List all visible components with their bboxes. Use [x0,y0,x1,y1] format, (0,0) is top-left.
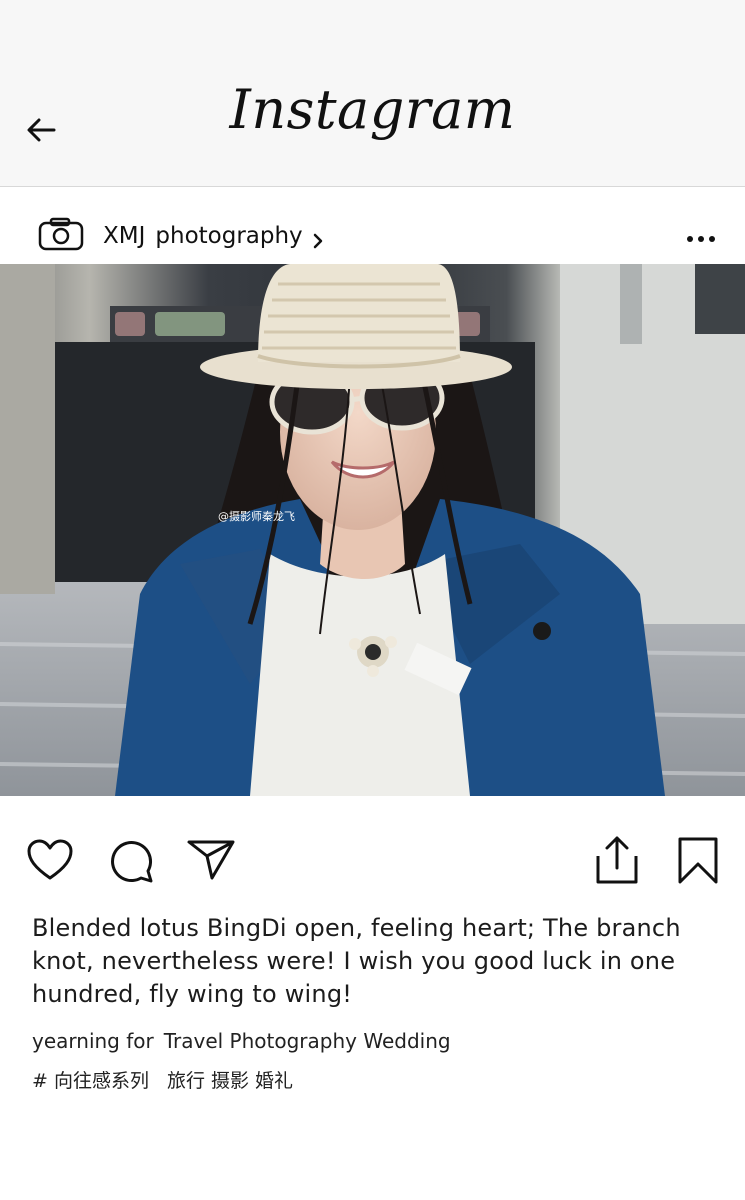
post-actions [0,830,745,890]
post-photo[interactable]: @摄影师秦龙飞 [0,264,745,796]
top-bar: Instagram [0,0,745,187]
post-photo-illustration: @摄影师秦龙飞 [0,264,745,796]
account-name[interactable]: XMJ photography [103,223,303,249]
post-caption: Blended lotus BingDi open, feeling heart… [32,914,681,1008]
hashtag-line: # 向往感系列 旅行 摄影 婚礼 [32,1066,293,1093]
share-icon[interactable] [186,838,236,882]
tags-topics[interactable]: Travel Photography Wedding [164,1029,451,1053]
account-name-sub: photography [155,223,303,249]
tags-line: yearning for Travel Photography Wedding [32,1029,451,1053]
tags-prefix: yearning for [32,1029,154,1053]
photo-watermark: @摄影师秦龙飞 [218,509,295,523]
account-name-main: XMJ [103,223,146,249]
post-header: XMJ photography [0,212,745,264]
chevron-right-icon[interactable] [312,232,324,250]
heart-icon[interactable] [26,838,74,882]
hashtag-series[interactable]: # 向往感系列 [32,1070,149,1092]
upload-icon[interactable] [594,834,640,886]
comment-icon[interactable] [108,838,154,884]
more-dots-icon[interactable] [686,234,716,244]
camera-icon[interactable] [38,217,84,251]
hashtag-topics[interactable]: 旅行 摄影 婚礼 [167,1070,293,1092]
bookmark-icon[interactable] [676,836,720,886]
instagram-logo: Instagram [229,78,516,141]
